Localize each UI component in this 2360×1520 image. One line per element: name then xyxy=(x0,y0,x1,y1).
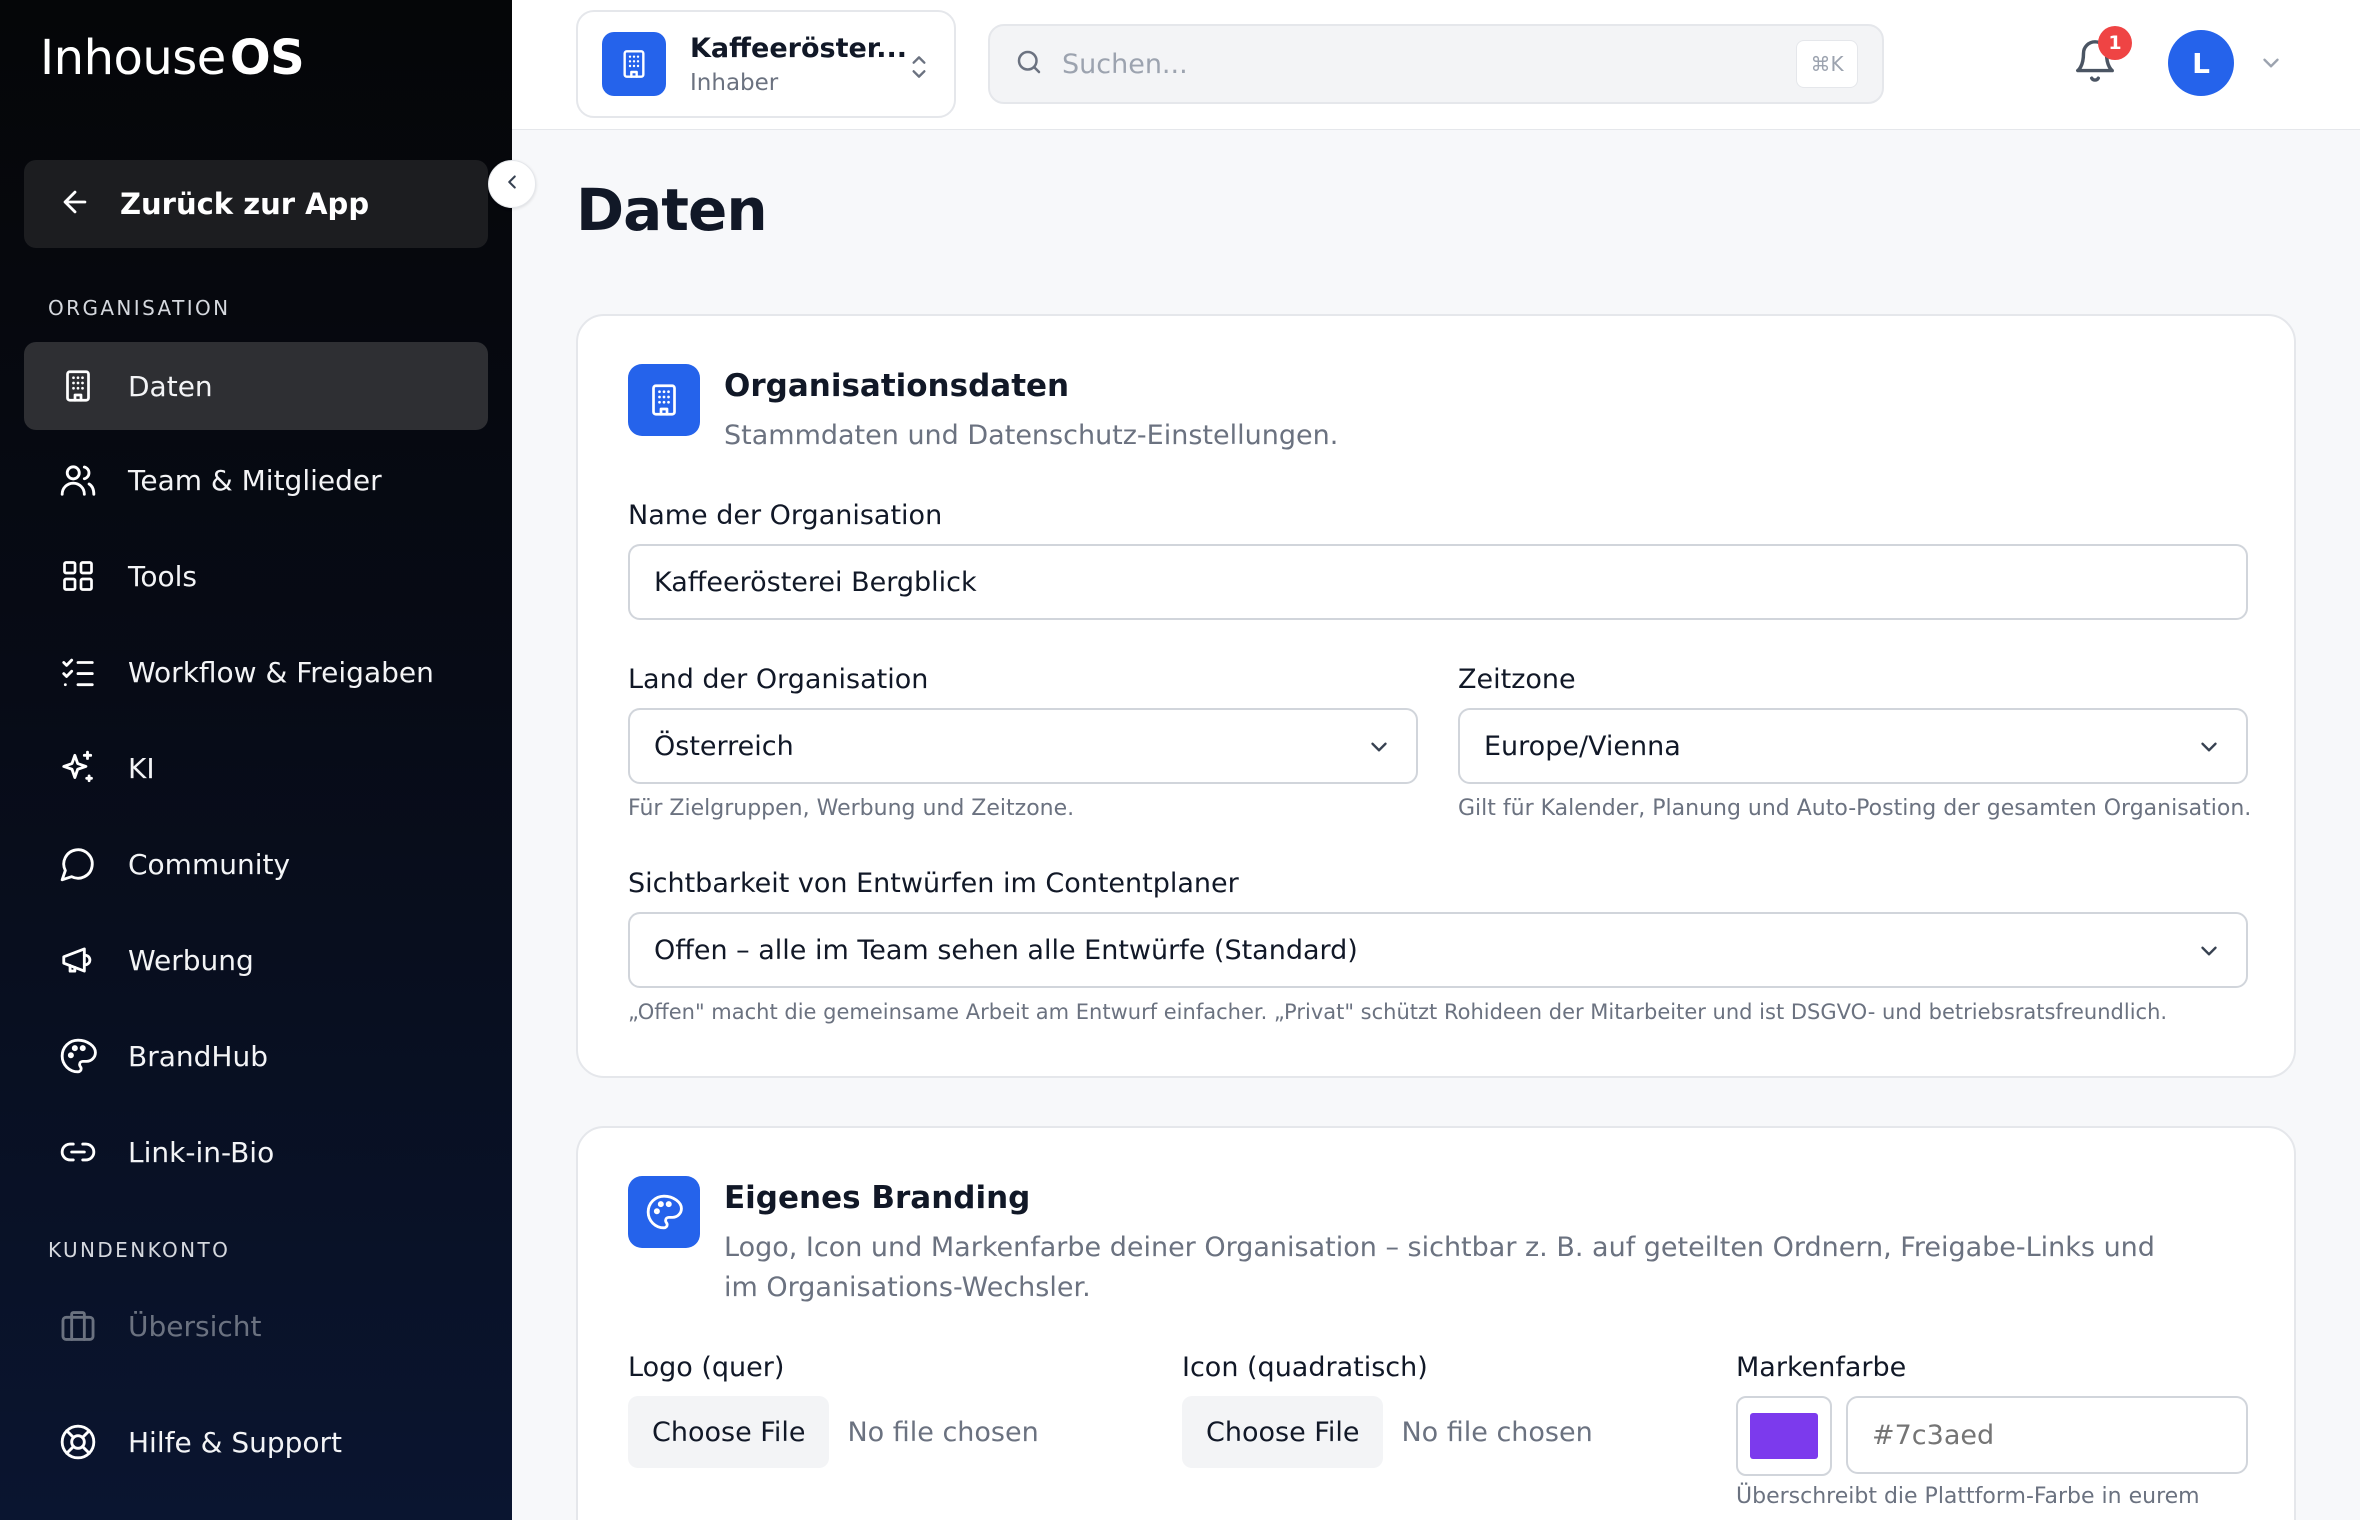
icon-file-input[interactable]: Choose File No file chosen xyxy=(1182,1396,1593,1468)
briefcase-icon xyxy=(56,1304,100,1348)
timezone-help: Gilt für Kalender, Planung und Auto-Post… xyxy=(1458,796,2252,821)
branding-card: Eigenes Branding Logo, Icon und Markenfa… xyxy=(576,1126,2296,1520)
logo-file-status: No file chosen xyxy=(847,1416,1039,1448)
color-swatch xyxy=(1750,1413,1818,1459)
building-icon xyxy=(602,32,666,96)
sidebar-item-workflow[interactable]: Workflow & Freigaben xyxy=(24,628,488,716)
color-help: Überschreibt die Plattform-Farbe in eure… xyxy=(1736,1484,2200,1509)
color-hex-input[interactable] xyxy=(1846,1396,2248,1474)
sidebar-item-brandhub[interactable]: BrandHub xyxy=(24,1012,488,1100)
palette-icon xyxy=(56,1034,100,1078)
grid-icon xyxy=(56,554,100,598)
sidebar-item-team[interactable]: Team & Mitglieder xyxy=(24,436,488,524)
sidebar-item-link-in-bio[interactable]: Link-in-Bio xyxy=(24,1108,488,1196)
search-bar[interactable]: ⌘K xyxy=(988,24,1884,104)
section-label-kundenkonto: KUNDENKONTO xyxy=(48,1238,231,1262)
country-select[interactable]: Österreich xyxy=(628,708,1418,784)
palette-icon xyxy=(628,1176,700,1248)
visibility-label: Sichtbarkeit von Entwürfen im Contentpla… xyxy=(628,868,1239,899)
timezone-label: Zeitzone xyxy=(1458,664,1576,695)
visibility-select[interactable]: Offen – alle im Team sehen alle Entwürfe… xyxy=(628,912,2248,988)
back-to-app-button[interactable]: Zurück zur App xyxy=(24,160,488,248)
user-avatar[interactable]: L xyxy=(2168,30,2234,96)
sparkles-icon xyxy=(56,746,100,790)
building-icon xyxy=(628,364,700,436)
org-data-card: Organisationsdaten Stammdaten und Datens… xyxy=(576,314,2296,1078)
org-name: Kaffeeröster... xyxy=(690,32,908,64)
country-help: Für Zielgruppen, Werbung und Zeitzone. xyxy=(628,796,1075,821)
sidebar-item-ki[interactable]: KI xyxy=(24,724,488,812)
chat-icon xyxy=(56,842,100,886)
card-title: Eigenes Branding xyxy=(724,1180,1031,1216)
building-icon xyxy=(56,364,100,408)
icon-file-status: No file chosen xyxy=(1401,1416,1593,1448)
collapse-sidebar-button[interactable] xyxy=(488,160,536,208)
chevron-down-icon xyxy=(2196,734,2222,767)
timezone-select[interactable]: Europe/Vienna xyxy=(1458,708,2248,784)
chevron-down-icon xyxy=(1366,734,1392,767)
org-name-input[interactable] xyxy=(628,544,2248,620)
app-logo[interactable]: InhouseOS xyxy=(40,30,305,86)
logo-choose-file-button[interactable]: Choose File xyxy=(628,1396,830,1468)
icon-label: Icon (quadratisch) xyxy=(1182,1352,1428,1383)
sidebar-item-werbung[interactable]: Werbung xyxy=(24,916,488,1004)
sidebar: InhouseOS Zurück zur App ORGANISATION Da… xyxy=(0,0,512,1520)
visibility-help: „Offen" macht die gemeinsame Arbeit am E… xyxy=(628,1000,2168,1024)
org-switcher[interactable]: Kaffeeröster... Inhaber xyxy=(576,10,956,118)
color-picker[interactable] xyxy=(1736,1396,1832,1476)
card-subtitle: Stammdaten und Datenschutz-Einstellungen… xyxy=(724,420,1339,451)
link-icon xyxy=(56,1130,100,1174)
chevron-up-down-icon xyxy=(906,52,932,86)
country-label: Land der Organisation xyxy=(628,664,929,695)
sidebar-item-community[interactable]: Community xyxy=(24,820,488,908)
search-icon xyxy=(1014,47,1044,81)
sidebar-item-tools[interactable]: Tools xyxy=(24,532,488,620)
icon-choose-file-button[interactable]: Choose File xyxy=(1182,1396,1384,1468)
card-subtitle: Logo, Icon und Markenfarbe deiner Organi… xyxy=(724,1232,2155,1303)
chevron-left-icon xyxy=(501,171,523,197)
logo-label: Logo (quer) xyxy=(628,1352,785,1383)
org-role: Inhaber xyxy=(690,69,779,96)
users-icon xyxy=(56,458,100,502)
back-to-app-label: Zurück zur App xyxy=(120,187,370,221)
sidebar-item-uebersicht[interactable]: Übersicht xyxy=(24,1282,488,1370)
sidebar-item-daten[interactable]: Daten xyxy=(24,342,488,430)
notification-badge: 1 xyxy=(2098,26,2132,60)
megaphone-icon xyxy=(56,938,100,982)
sidebar-item-help[interactable]: Hilfe & Support xyxy=(24,1398,488,1486)
card-title: Organisationsdaten xyxy=(724,368,1070,404)
color-label: Markenfarbe xyxy=(1736,1352,1907,1383)
bell-icon xyxy=(2072,40,2118,88)
lifebuoy-icon xyxy=(56,1420,100,1464)
top-bar: Kaffeeröster... Inhaber ⌘K 1 L xyxy=(512,0,2360,130)
section-label-organisation: ORGANISATION xyxy=(48,296,231,320)
page-title: Daten xyxy=(576,176,768,244)
arrow-left-icon xyxy=(58,185,92,223)
logo-file-input[interactable]: Choose File No file chosen xyxy=(628,1396,1039,1468)
checklist-icon xyxy=(56,650,100,694)
search-shortcut: ⌘K xyxy=(1796,40,1858,88)
search-input[interactable] xyxy=(1062,48,1762,80)
chevron-down-icon[interactable] xyxy=(2258,50,2284,80)
chevron-down-icon xyxy=(2196,938,2222,971)
org-name-label: Name der Organisation xyxy=(628,500,943,531)
